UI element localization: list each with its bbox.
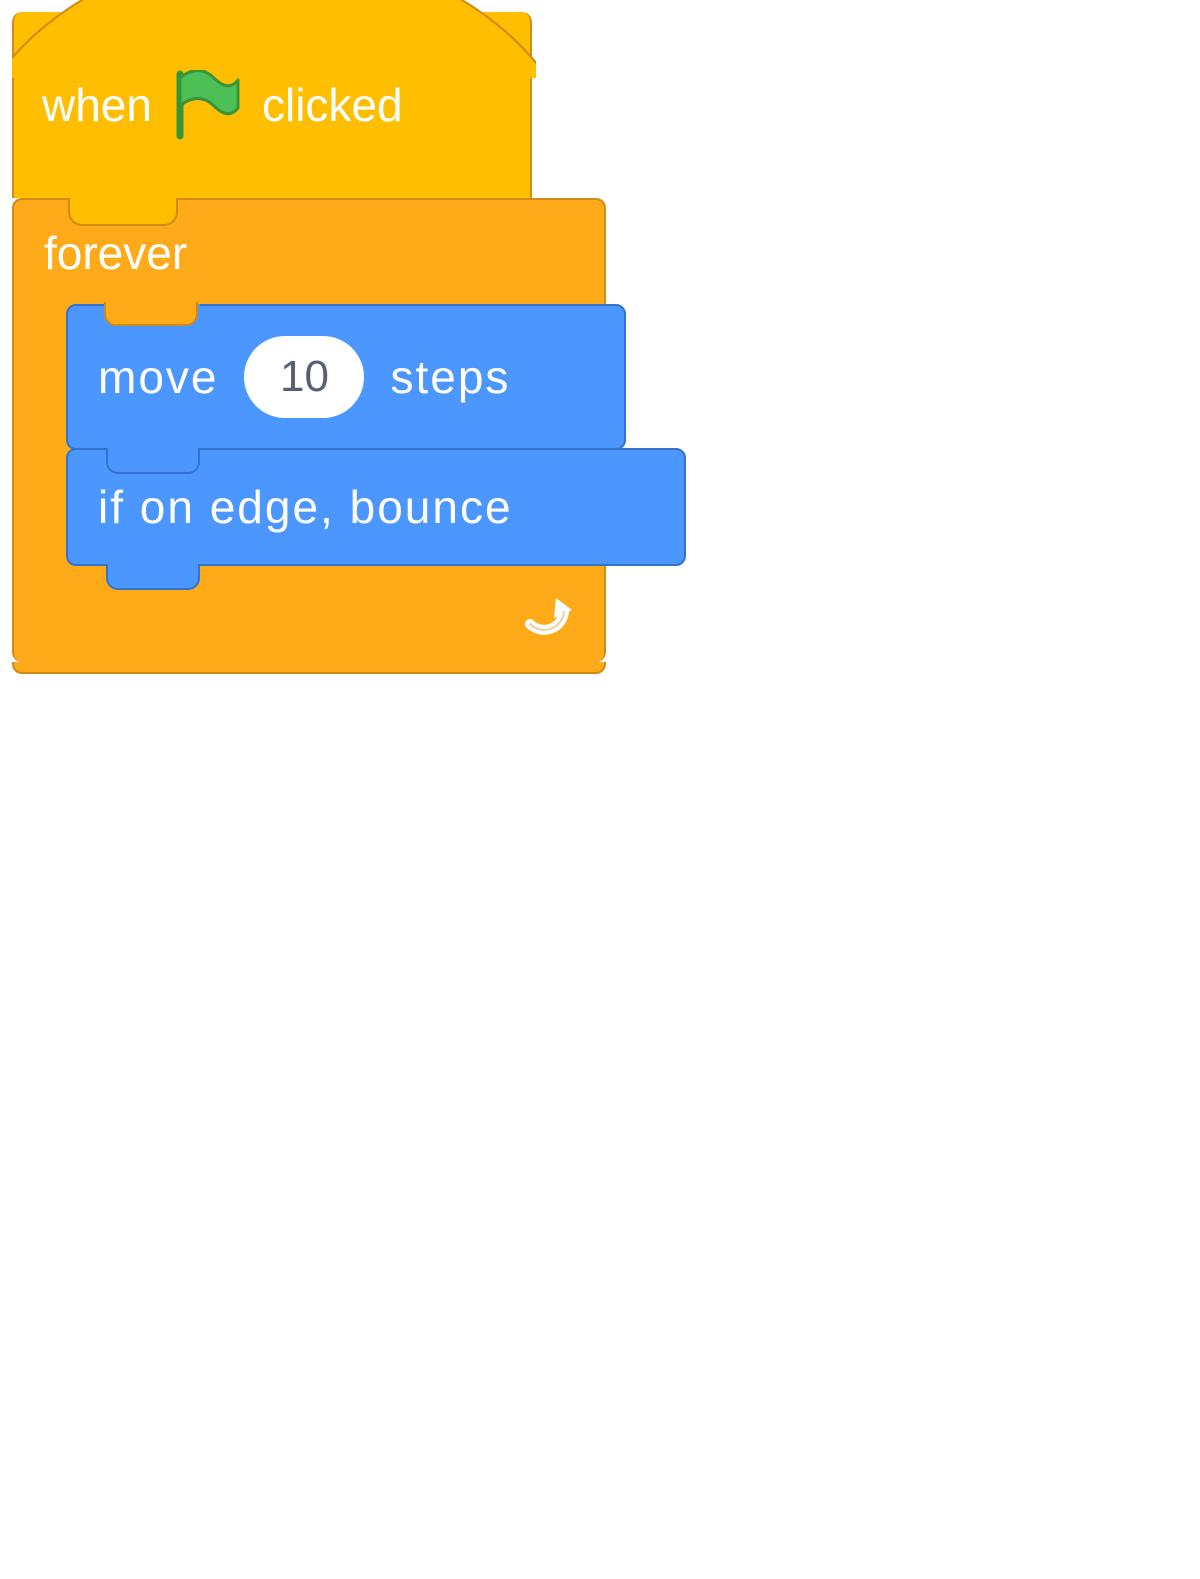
move-steps-input[interactable]: 10: [244, 336, 364, 418]
block-bottom-notch: [106, 564, 200, 590]
loop-arrow-icon: [520, 588, 576, 640]
block-bottom-notch: [106, 448, 200, 474]
hat-text-after: clicked: [262, 78, 403, 132]
hat-content: when clicked: [42, 70, 403, 140]
forever-end-cap: [12, 662, 606, 674]
mouth-notch: [104, 302, 198, 326]
when-flag-clicked-block[interactable]: when clicked: [12, 12, 532, 198]
forever-block[interactable]: forever move 10 steps if on edge, bounce: [12, 198, 606, 662]
hat-cap: [12, 0, 536, 78]
move-text-after: steps: [390, 350, 510, 404]
forever-foot: [14, 566, 604, 662]
green-flag-icon: [174, 70, 240, 140]
move-text-before: move: [98, 350, 218, 404]
bounce-label: if on edge, bounce: [98, 480, 513, 534]
hat-bottom-notch: [68, 198, 178, 226]
forever-body: move 10 steps if on edge, bounce: [66, 304, 604, 566]
hat-text-before: when: [42, 78, 152, 132]
